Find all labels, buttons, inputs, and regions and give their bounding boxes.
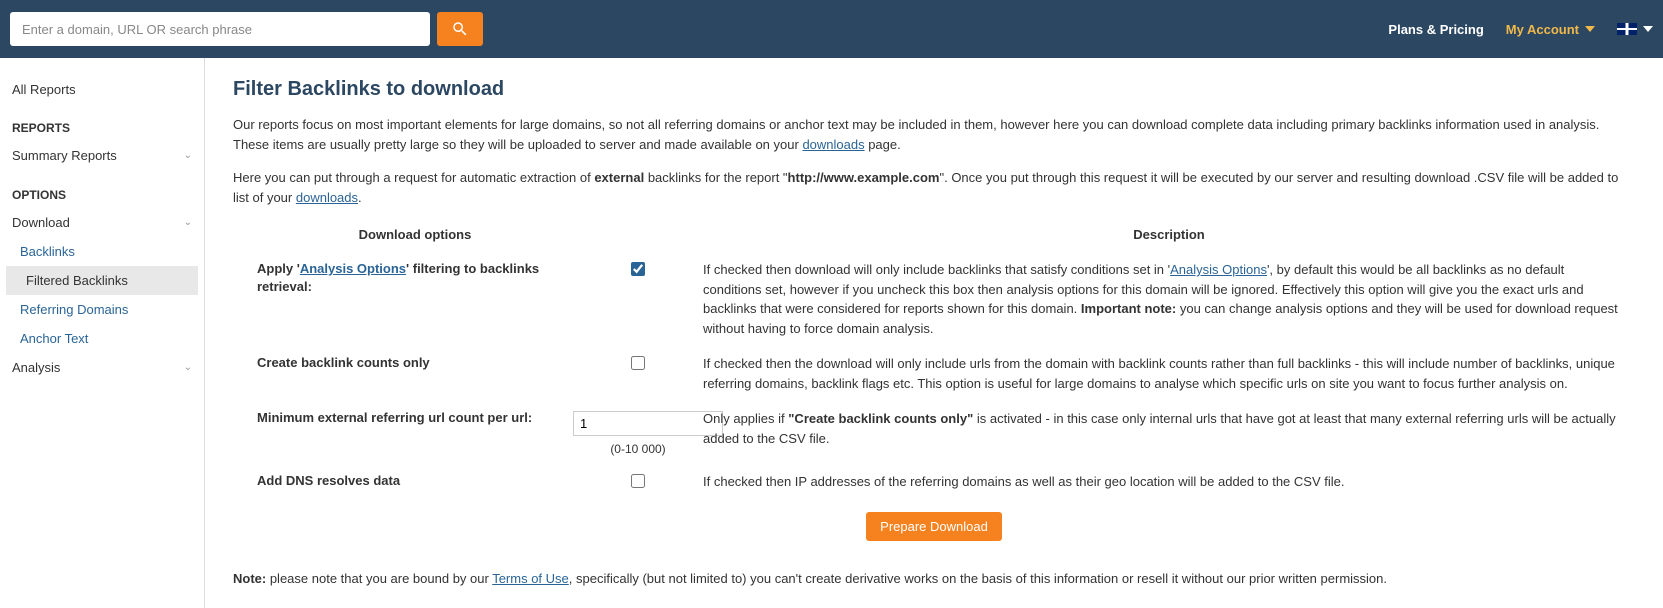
uk-flag-icon xyxy=(1617,23,1637,35)
footer-note: Note: please note that you are bound by … xyxy=(233,569,1635,589)
sidebar-sub-backlinks[interactable]: Backlinks xyxy=(0,237,204,266)
top-header: Plans & Pricing My Account xyxy=(0,0,1663,58)
req-text-1: Here you can put through a request for a… xyxy=(233,170,594,185)
option-label-min-count: Minimum external referring url count per… xyxy=(233,409,573,427)
sidebar-sub-referring-domains[interactable]: Referring Domains xyxy=(0,295,204,324)
note-pre: please note that you are bound by our xyxy=(266,571,492,586)
option-desc-dns: If checked then IP addresses of the refe… xyxy=(703,472,1635,492)
sidebar-sub-filtered-backlinks[interactable]: Filtered Backlinks xyxy=(6,266,198,295)
option-row-counts-only: Create backlink counts only If checked t… xyxy=(233,346,1635,401)
req-text-2: backlinks for the report " xyxy=(644,170,787,185)
option-control-dns xyxy=(573,472,703,491)
sidebar: All Reports REPORTS Summary Reports ⌄ OP… xyxy=(0,58,205,608)
options-table: Download options Description Apply 'Anal… xyxy=(233,221,1635,559)
downloads-link-2[interactable]: downloads xyxy=(296,190,358,205)
search-wrap xyxy=(10,12,483,46)
intro-text-1: Our reports focus on most important elem… xyxy=(233,117,1599,152)
col-header-options: Download options xyxy=(233,227,573,242)
min-count-range: (0-10 000) xyxy=(573,442,703,456)
sidebar-download-label: Download xyxy=(12,215,70,230)
search-icon xyxy=(451,20,469,38)
options-header: Download options Description xyxy=(233,221,1635,252)
intro-text-2: page. xyxy=(865,137,901,152)
prepare-download-button[interactable]: Prepare Download xyxy=(866,512,1002,541)
counts-only-checkbox[interactable] xyxy=(631,356,645,370)
option-label-dns: Add DNS resolves data xyxy=(233,472,573,490)
main-content: Filter Backlinks to download Our reports… xyxy=(205,58,1663,608)
analysis-options-link[interactable]: Analysis Options xyxy=(300,261,406,276)
min-count-input[interactable] xyxy=(573,411,723,436)
chevron-down-icon xyxy=(1585,26,1595,32)
analysis-options-link-2[interactable]: Analysis Options xyxy=(1170,262,1267,277)
note-bold: Note: xyxy=(233,571,266,586)
search-input[interactable] xyxy=(10,12,430,46)
option-label-apply-filter: Apply 'Analysis Options' filtering to ba… xyxy=(233,260,573,296)
note-post: , specifically (but not limited to) you … xyxy=(569,571,1387,586)
sidebar-analysis-label: Analysis xyxy=(12,360,60,375)
page-title: Filter Backlinks to download xyxy=(233,78,1635,101)
sidebar-heading-reports: REPORTS xyxy=(0,103,204,141)
sidebar-summary-reports[interactable]: Summary Reports ⌄ xyxy=(0,141,204,170)
my-account-dropdown[interactable]: My Account xyxy=(1506,22,1595,37)
header-right: Plans & Pricing My Account xyxy=(1388,22,1653,37)
sidebar-download[interactable]: Download ⌄ xyxy=(0,208,204,237)
req-text-4: . xyxy=(358,190,362,205)
plans-pricing-link[interactable]: Plans & Pricing xyxy=(1388,22,1483,37)
apply-filter-checkbox[interactable] xyxy=(631,262,645,276)
chevron-down-icon: ⌄ xyxy=(184,150,192,161)
chevron-down-icon: ⌄ xyxy=(184,362,192,373)
option-row-apply-filter: Apply 'Analysis Options' filtering to ba… xyxy=(233,252,1635,346)
intro-paragraph: Our reports focus on most important elem… xyxy=(233,115,1635,154)
option-control-min-count: (0-10 000) xyxy=(573,409,703,456)
option-label-counts-only: Create backlink counts only xyxy=(233,354,573,372)
sidebar-summary-label: Summary Reports xyxy=(12,148,117,163)
button-row: Prepare Download xyxy=(233,500,1635,559)
option-desc-apply-filter: If checked then download will only inclu… xyxy=(703,260,1635,338)
req-url: http://www.example.com xyxy=(788,170,940,185)
sidebar-analysis[interactable]: Analysis ⌄ xyxy=(0,353,204,382)
req-external: external xyxy=(594,170,644,185)
search-button[interactable] xyxy=(437,12,483,46)
option-desc-counts-only: If checked then the download will only i… xyxy=(703,354,1635,393)
chevron-down-icon: ⌄ xyxy=(184,217,192,228)
chevron-down-icon xyxy=(1643,26,1653,32)
downloads-link[interactable]: downloads xyxy=(802,137,864,152)
col-header-description: Description xyxy=(703,227,1635,242)
option-control-counts-only xyxy=(573,354,703,373)
option-row-dns: Add DNS resolves data If checked then IP… xyxy=(233,464,1635,500)
my-account-label: My Account xyxy=(1506,22,1579,37)
col-header-spacer xyxy=(573,227,703,242)
language-dropdown[interactable] xyxy=(1617,23,1653,35)
option-row-min-count: Minimum external referring url count per… xyxy=(233,401,1635,464)
request-paragraph: Here you can put through a request for a… xyxy=(233,168,1635,207)
terms-of-use-link[interactable]: Terms of Use xyxy=(492,571,569,586)
option-control-apply-filter xyxy=(573,260,703,279)
sidebar-all-reports[interactable]: All Reports xyxy=(0,76,204,103)
option-desc-min-count: Only applies if "Create backlink counts … xyxy=(703,409,1635,448)
sidebar-heading-options: OPTIONS xyxy=(0,170,204,208)
sidebar-sub-anchor-text[interactable]: Anchor Text xyxy=(0,324,204,353)
dns-checkbox[interactable] xyxy=(631,474,645,488)
